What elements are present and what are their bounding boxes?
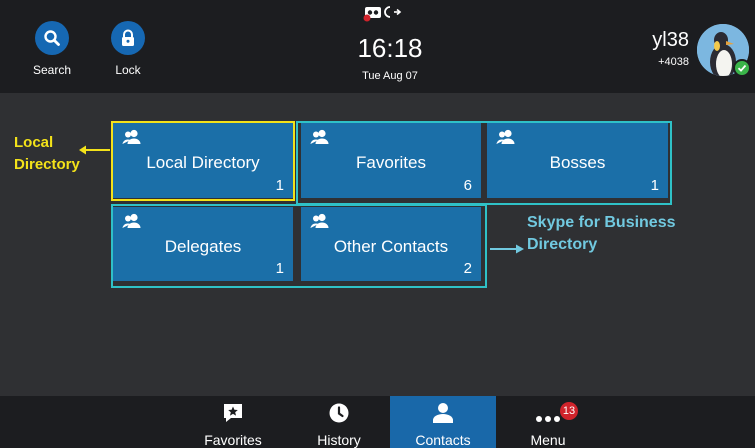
more-dots-icon: [505, 396, 591, 424]
nav-menu[interactable]: Menu: [505, 396, 591, 448]
call-forward-icon: [384, 6, 402, 18]
search-icon: [35, 21, 69, 55]
tile-count: 2: [463, 260, 472, 277]
status-bar: Search Lock 16:18 Tue Aug 07 yl38 +4038: [0, 0, 755, 93]
tile-label: Favorites: [356, 153, 426, 172]
contact-group-icon: [121, 129, 143, 150]
tile-count: 6: [463, 177, 472, 194]
tile-count: 1: [650, 177, 659, 194]
nav-favorites[interactable]: Favorites: [190, 396, 276, 448]
nav-label: History: [317, 432, 361, 448]
search-label: Search: [32, 63, 72, 77]
annotation-line: Local: [14, 134, 54, 151]
annotation-line: Directory: [527, 236, 598, 253]
tile-bosses[interactable]: Bosses 1: [487, 123, 668, 198]
user-name: yl38: [652, 29, 689, 51]
nav-history[interactable]: History: [296, 396, 382, 448]
lock-icon: [111, 21, 145, 55]
voicemail-icon: [363, 7, 381, 22]
annotation-line: Skype for Business: [527, 214, 676, 231]
nav-label: Menu: [530, 432, 566, 448]
tile-label: Bosses: [549, 153, 606, 172]
history-icon: [296, 396, 382, 424]
tile-local-directory[interactable]: Local Directory 1: [113, 123, 293, 198]
favorites-icon: [190, 396, 276, 424]
nav-label: Favorites: [204, 432, 262, 448]
tile-label: Delegates: [164, 237, 242, 256]
annotation-arrow-left: [79, 145, 110, 155]
presence-available-icon: [733, 59, 751, 77]
tile-count: 1: [275, 260, 284, 277]
clock-date: Tue Aug 07: [362, 70, 418, 82]
annotation-line: Directory: [14, 156, 80, 173]
lock-button[interactable]: Lock: [98, 21, 158, 77]
contact-group-icon: [495, 129, 517, 150]
contact-group-icon: [309, 129, 331, 150]
tile-label: Other Contacts: [333, 237, 449, 256]
tile-other-contacts[interactable]: Other Contacts 2: [301, 207, 481, 281]
phone-screen: Search Lock 16:18 Tue Aug 07 yl38 +4038 …: [0, 0, 755, 448]
lock-label: Lock: [115, 63, 141, 77]
contact-group-icon: [309, 213, 331, 234]
contacts-icon: [390, 396, 496, 424]
nav-label: Contacts: [415, 432, 471, 448]
clock-time: 16:18: [357, 33, 423, 63]
sfb-directory-annotation: Skype for Business Directory: [527, 212, 676, 256]
tile-count: 1: [275, 177, 284, 194]
nav-contacts[interactable]: Contacts: [390, 396, 496, 448]
tile-label: Local Directory: [146, 153, 260, 172]
search-button[interactable]: Search: [22, 21, 82, 77]
local-directory-annotation: Local Directory: [14, 132, 80, 176]
tile-favorites[interactable]: Favorites 6: [301, 123, 481, 198]
menu-notification-badge: 13: [560, 402, 578, 420]
status-icons: [363, 4, 423, 22]
tile-delegates[interactable]: Delegates 1: [113, 207, 293, 281]
annotation-arrow-right: [490, 244, 524, 254]
user-extension: +4038: [658, 56, 689, 68]
contact-group-icon: [121, 213, 143, 234]
bottom-nav: Favorites History Contacts Menu: [0, 396, 755, 448]
